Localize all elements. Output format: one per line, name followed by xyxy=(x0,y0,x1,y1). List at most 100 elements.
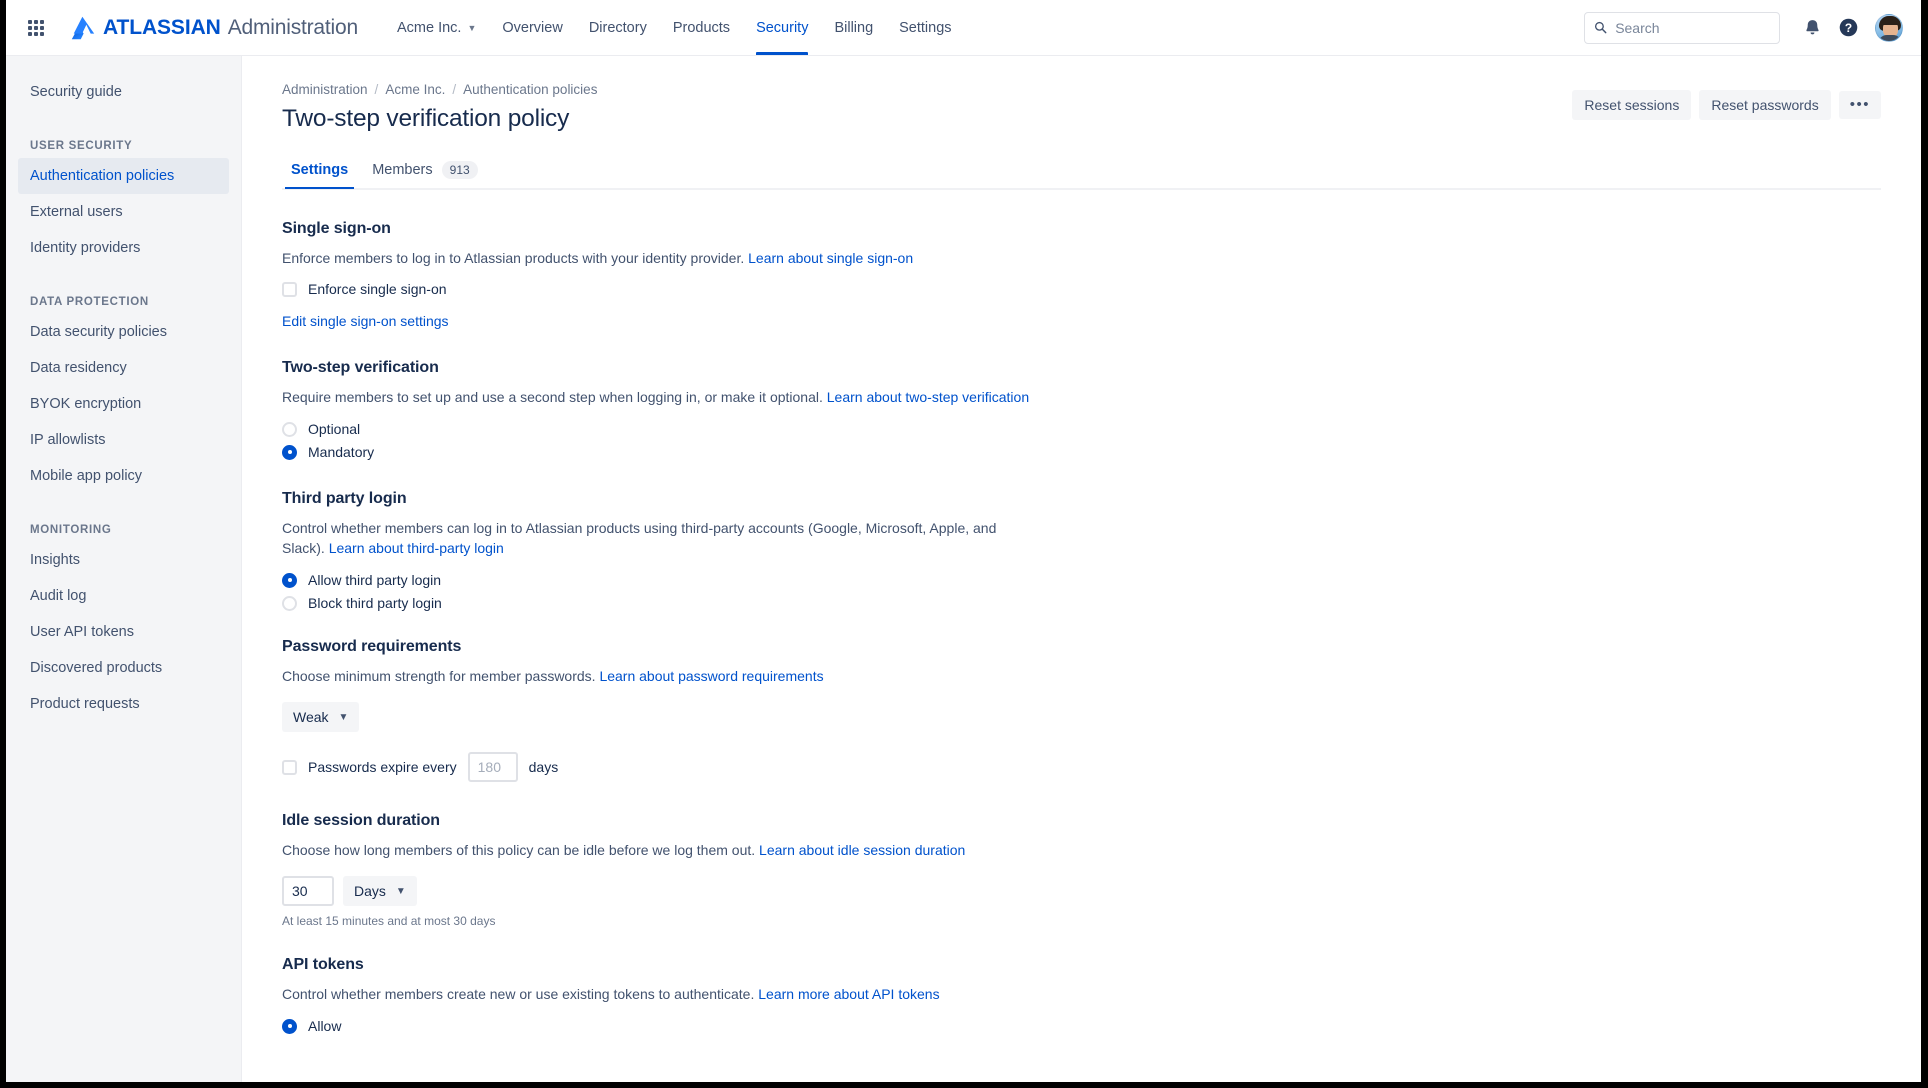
global-nav-right-actions: ? xyxy=(1584,11,1903,44)
third-party-radio-group: Allow third party login Block third part… xyxy=(282,572,1881,611)
nav-item-label: Billing xyxy=(834,19,874,36)
nav-item-billing[interactable]: Billing xyxy=(821,0,886,55)
tab-settings[interactable]: Settings xyxy=(283,156,356,189)
sidebar-item-security-guide[interactable]: Security guide xyxy=(18,74,229,110)
reset-sessions-button[interactable]: Reset sessions xyxy=(1572,90,1692,120)
app-switcher-button[interactable] xyxy=(20,12,52,44)
learn-about-password-requirements-link[interactable]: Learn about password requirements xyxy=(599,668,823,684)
idle-session-unit-select[interactable]: Days ▼ xyxy=(343,876,417,906)
help-button[interactable]: ? xyxy=(1832,12,1864,44)
two-step-radio-group: Optional Mandatory xyxy=(282,421,1881,460)
sidebar-item-label: Data residency xyxy=(30,360,127,376)
nav-item-label: Products xyxy=(672,19,731,36)
sidebar-item-label: BYOK encryption xyxy=(30,396,142,412)
sidebar-item-label: Security guide xyxy=(30,84,122,100)
third-party-option-block[interactable]: Block third party login xyxy=(282,595,1881,611)
primary-nav-items: Acme Inc. ▼ Overview Directory Products … xyxy=(384,0,965,55)
sidebar-item-label: User API tokens xyxy=(30,624,134,640)
learn-more-about-api-tokens-link[interactable]: Learn more about API tokens xyxy=(758,986,939,1002)
tab-members[interactable]: Members 913 xyxy=(364,155,485,188)
sidebar-item-label: IP allowlists xyxy=(30,432,106,448)
two-step-mandatory-radio[interactable] xyxy=(282,444,297,460)
password-strength-select[interactable]: Weak ▼ xyxy=(282,702,360,732)
sidebar-item-label: Data security policies xyxy=(30,324,167,340)
sidebar-item-label: Product requests xyxy=(30,696,140,712)
search-icon xyxy=(1594,21,1607,34)
org-selector[interactable]: Acme Inc. ▼ xyxy=(384,0,489,55)
two-step-optional-radio[interactable] xyxy=(282,421,297,437)
sidebar-item-identity-providers[interactable]: Identity providers xyxy=(18,230,229,266)
chevron-down-icon: ▼ xyxy=(338,711,349,723)
sidebar-item-audit-log[interactable]: Audit log xyxy=(18,578,229,614)
nav-item-label: Overview xyxy=(502,19,563,36)
api-tokens-allow-label: Allow xyxy=(308,1018,342,1034)
block-third-party-login-radio[interactable] xyxy=(282,595,297,611)
sidebar-item-user-api-tokens[interactable]: User API tokens xyxy=(18,614,229,650)
allow-third-party-login-radio[interactable] xyxy=(282,572,297,588)
enforce-single-sign-on-row[interactable]: Enforce single sign-on xyxy=(282,281,1881,297)
sidebar-item-data-security-policies[interactable]: Data security policies xyxy=(18,314,229,350)
breadcrumb-separator: / xyxy=(452,82,457,97)
notifications-button[interactable] xyxy=(1796,12,1828,44)
nav-item-label: Directory xyxy=(588,19,647,36)
two-step-option-mandatory[interactable]: Mandatory xyxy=(282,444,1881,460)
page-body: Security guide USER SECURITY Authenticat… xyxy=(6,56,1921,1082)
page-header-actions: Reset sessions Reset passwords ••• xyxy=(1572,90,1881,120)
sidebar-item-byok-encryption[interactable]: BYOK encryption xyxy=(18,386,229,422)
two-step-option-optional[interactable]: Optional xyxy=(282,421,1881,437)
learn-about-single-sign-on-link[interactable]: Learn about single sign-on xyxy=(748,250,913,266)
breadcrumb-item-authentication-policies[interactable]: Authentication policies xyxy=(463,82,597,97)
svg-text:?: ? xyxy=(1844,21,1851,35)
section-title: Two-step verification xyxy=(282,359,439,376)
api-tokens-option-allow[interactable]: Allow xyxy=(282,1018,1881,1034)
breadcrumb-separator: / xyxy=(374,82,379,97)
password-expiry-row: Passwords expire every days xyxy=(282,752,1881,782)
sidebar-item-label: Identity providers xyxy=(30,240,141,256)
chevron-down-icon: ▼ xyxy=(467,22,477,33)
section-description-text: Control whether members create new or us… xyxy=(282,986,755,1002)
breadcrumb-item-acme-inc[interactable]: Acme Inc. xyxy=(385,82,445,97)
sidebar-item-label: Audit log xyxy=(30,588,87,604)
search-box[interactable] xyxy=(1584,11,1780,44)
idle-session-duration-input[interactable] xyxy=(282,876,334,906)
sidebar-item-discovered-products[interactable]: Discovered products xyxy=(18,650,229,686)
sidebar: Security guide USER SECURITY Authenticat… xyxy=(6,56,242,1082)
nav-item-directory[interactable]: Directory xyxy=(576,0,660,55)
learn-about-two-step-verification-link[interactable]: Learn about two-step verification xyxy=(827,389,1029,405)
enforce-single-sign-on-checkbox[interactable] xyxy=(282,281,297,297)
sidebar-item-insights[interactable]: Insights xyxy=(18,542,229,578)
passwords-expire-days-input[interactable] xyxy=(467,752,518,782)
sidebar-item-label: Insights xyxy=(30,552,80,568)
section-single-sign-on: Single sign-on Enforce members to log in… xyxy=(282,220,1881,329)
reset-passwords-button[interactable]: Reset passwords xyxy=(1699,90,1831,120)
sidebar-item-data-residency[interactable]: Data residency xyxy=(18,350,229,386)
sidebar-item-authentication-policies[interactable]: Authentication policies xyxy=(18,158,229,194)
nav-item-products[interactable]: Products xyxy=(660,0,743,55)
third-party-option-allow[interactable]: Allow third party login xyxy=(282,572,1881,588)
passwords-expire-checkbox[interactable] xyxy=(282,759,297,775)
api-tokens-allow-radio[interactable] xyxy=(282,1018,297,1034)
section-two-step-verification: Two-step verification Require members to… xyxy=(282,359,1881,460)
breadcrumb-item-administration[interactable]: Administration xyxy=(282,82,368,97)
sidebar-item-ip-allowlists[interactable]: IP allowlists xyxy=(18,422,229,458)
more-actions-button[interactable]: ••• xyxy=(1838,91,1881,119)
avatar[interactable] xyxy=(1875,13,1903,42)
edit-single-sign-on-settings-link[interactable]: Edit single sign-on settings xyxy=(282,313,449,329)
section-title: Single sign-on xyxy=(282,220,391,237)
sidebar-item-product-requests[interactable]: Product requests xyxy=(18,686,229,722)
learn-about-third-party-login-link[interactable]: Learn about third-party login xyxy=(329,540,504,556)
org-selector-label: Acme Inc. xyxy=(396,19,462,36)
passwords-expire-unit-label: days xyxy=(528,759,559,775)
help-circle-icon: ? xyxy=(1839,18,1857,37)
nav-item-settings[interactable]: Settings xyxy=(886,0,964,55)
sidebar-item-mobile-app-policy[interactable]: Mobile app policy xyxy=(18,458,229,494)
section-third-party-login: Third party login Control whether member… xyxy=(282,490,1881,611)
enforce-single-sign-on-label: Enforce single sign-on xyxy=(308,281,447,297)
learn-about-idle-session-duration-link[interactable]: Learn about idle session duration xyxy=(759,842,965,858)
brand-atlassian-text: ATLASSIAN xyxy=(103,15,221,39)
search-input[interactable] xyxy=(1615,19,1770,36)
brand-home-link[interactable]: ATLASSIAN Administration xyxy=(70,16,358,40)
nav-item-security[interactable]: Security xyxy=(743,0,821,55)
sidebar-item-external-users[interactable]: External users xyxy=(18,194,229,230)
nav-item-overview[interactable]: Overview xyxy=(489,0,575,55)
